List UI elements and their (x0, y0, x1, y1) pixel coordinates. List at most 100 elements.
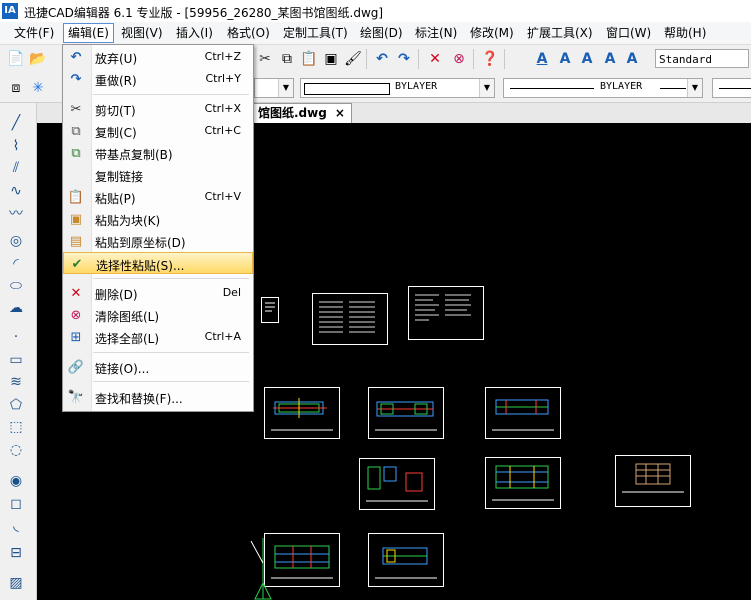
point-icon[interactable]: · (6, 327, 26, 347)
text-style-icon[interactable]: A (577, 49, 597, 69)
title-bar: IA 迅捷CAD编辑器 6.1 专业版 - [59956_26280_某图书馆图… (0, 0, 751, 22)
select-all-icon: ⊞ (70, 329, 82, 345)
purge-icon: ⊗ (70, 307, 82, 323)
polyline-icon[interactable]: ⌇ (6, 136, 26, 156)
menu-custom-tools[interactable]: 定制工具(T) (279, 24, 352, 42)
rectangle-icon[interactable]: ▭ (6, 350, 26, 370)
copy-link-icon (68, 167, 84, 183)
scissors-icon: ✂ (70, 101, 82, 117)
paste-tool-icon[interactable]: 📋 (299, 49, 319, 69)
menu-dimension[interactable]: 标注(N) (411, 24, 461, 42)
menu-item-label: 粘贴到原坐标(D) (95, 236, 186, 250)
toolbar-separator (504, 49, 505, 69)
boundary-icon[interactable]: ◻ (6, 494, 26, 514)
copy-tool-icon[interactable]: ⧉ (277, 49, 297, 69)
layer-combo[interactable]: ▼ (254, 78, 294, 98)
menu-item-paste-as-block[interactable]: ▣ 粘贴为块(K) (63, 208, 253, 230)
region-icon[interactable]: ⬚ (6, 417, 26, 437)
menu-item-copy[interactable]: ⧉ 复制(C) Ctrl+C (63, 120, 253, 142)
menu-item-label: 复制(C) (95, 126, 137, 140)
menu-help[interactable]: 帮助(H) (660, 24, 710, 42)
menu-item-shortcut: Ctrl+Y (205, 72, 241, 85)
menu-item-purge[interactable]: ⊗ 清除图纸(L) (63, 304, 253, 326)
menu-item-paste-to-original[interactable]: ▤ 粘贴到原坐标(D) (63, 230, 253, 252)
menu-item-delete[interactable]: ✕ 删除(D) Del (63, 282, 253, 304)
text-a-icon[interactable]: A (532, 49, 552, 69)
chevron-down-icon: ▼ (278, 79, 293, 97)
match-properties-icon[interactable]: 🖌 (343, 49, 363, 69)
link-icon: 🔗 (67, 359, 85, 375)
drawing-sheet (261, 297, 279, 323)
menu-item-copy-with-base[interactable]: ⧉ 带基点复制(B) (63, 142, 253, 164)
drawing-sheet (615, 455, 691, 507)
menu-separator (93, 352, 249, 353)
new-file-icon[interactable]: 📄 (6, 49, 26, 69)
menu-item-label: 重做(R) (95, 74, 137, 88)
menu-item-cut[interactable]: ✂ 剪切(T) Ctrl+X (63, 98, 253, 120)
menu-item-copy-link[interactable]: 复制链接 (63, 164, 253, 186)
menu-insert[interactable]: 插入(I) (172, 24, 217, 42)
circle-icon[interactable]: ◎ (6, 231, 26, 251)
drawing-sheet (408, 286, 484, 340)
polygon-icon[interactable]: ⬠ (6, 395, 26, 415)
layer-icon[interactable]: ⧈ (6, 78, 26, 98)
purge-tool-icon[interactable]: ⊗ (449, 49, 469, 69)
menu-item-paste-special[interactable]: ✔ 选择性粘贴(S)... (63, 252, 253, 274)
menu-extended-tools[interactable]: 扩展工具(X) (523, 24, 597, 42)
close-icon[interactable]: × (335, 106, 345, 120)
arc-icon[interactable]: ∿ (6, 181, 26, 201)
menu-format[interactable]: 格式(O) (223, 24, 274, 42)
undo-icon: ↶ (70, 49, 82, 65)
menu-item-label: 带基点复制(B) (95, 148, 173, 162)
layer-state-icon[interactable]: ✳ (28, 78, 48, 98)
document-tab[interactable]: 馆图纸.dwg × (251, 103, 352, 124)
menu-item-redo[interactable]: ↷ 重做(R) Ctrl+Y (63, 68, 253, 90)
linetype-combo[interactable]: BYLAYER ▼ (503, 78, 703, 98)
line-icon[interactable]: ╱ (6, 113, 26, 133)
menu-item-links[interactable]: 🔗 链接(O)... (63, 356, 253, 378)
chevron-down-icon: ▼ (687, 79, 702, 97)
menu-edit[interactable]: 编辑(E) (63, 23, 114, 43)
menu-bar: 文件(F) 编辑(E) 视图(V) 插入(I) 格式(O) 定制工具(T) 绘图… (0, 22, 751, 45)
arc-3p-icon[interactable]: ◜ (6, 254, 26, 274)
undo-tool-icon[interactable]: ↶ (372, 49, 392, 69)
open-file-icon[interactable]: 📂 (28, 49, 48, 69)
revcloud-icon[interactable]: ☁ (6, 298, 26, 318)
menu-item-undo[interactable]: ↶ 放弃(U) Ctrl+Z (63, 46, 253, 68)
help-icon[interactable]: ❓ (480, 49, 500, 69)
menu-window[interactable]: 窗口(W) (602, 24, 655, 42)
text-find-icon[interactable]: A (622, 49, 642, 69)
gradient-icon[interactable]: ▨ (6, 573, 26, 593)
menu-item-label: 放弃(U) (95, 52, 138, 66)
redo-icon: ↷ (70, 71, 82, 87)
hatch-icon[interactable]: ≋ (6, 372, 26, 392)
wipeout-icon[interactable]: ◌ (6, 440, 26, 460)
menu-item-paste[interactable]: 📋 粘贴(P) Ctrl+V (63, 186, 253, 208)
drawing-sheet (312, 293, 388, 345)
menu-item-find-replace[interactable]: 🔭 查找和替换(F)... (63, 386, 253, 408)
table-icon[interactable]: ⊟ (6, 543, 26, 563)
menu-modify[interactable]: 修改(M) (466, 24, 518, 42)
menu-draw[interactable]: 绘图(D) (356, 24, 407, 42)
linetype-combo-value: BYLAYER (600, 81, 643, 92)
drawing-sheet (264, 387, 340, 439)
menu-file[interactable]: 文件(F) (10, 24, 58, 42)
donut-icon[interactable]: ◉ (6, 471, 26, 491)
fillet-icon[interactable]: ◟ (6, 516, 26, 536)
lineweight-combo[interactable] (712, 78, 751, 98)
spline-icon[interactable]: 〰 (6, 203, 26, 223)
multiline-icon[interactable]: ⫽ (6, 158, 26, 178)
paste-icon: 📋 (67, 189, 85, 205)
ellipse-icon[interactable]: ⬭ (6, 276, 26, 296)
delete-tool-icon[interactable]: ✕ (425, 49, 445, 69)
menu-item-label: 复制链接 (95, 170, 144, 184)
cut-tool-icon[interactable]: ✂ (255, 49, 275, 69)
color-combo[interactable]: BYLAYER ▼ (300, 78, 495, 98)
text-scale-icon[interactable]: A (600, 49, 620, 69)
menu-view[interactable]: 视图(V) (117, 24, 167, 42)
redo-tool-icon[interactable]: ↷ (394, 49, 414, 69)
text-edit-icon[interactable]: A (555, 49, 575, 69)
menu-item-select-all[interactable]: ⊞ 选择全部(L) Ctrl+A (63, 326, 253, 348)
text-style-select[interactable]: Standard (655, 49, 749, 68)
paste-block-tool-icon[interactable]: ▣ (321, 49, 341, 69)
